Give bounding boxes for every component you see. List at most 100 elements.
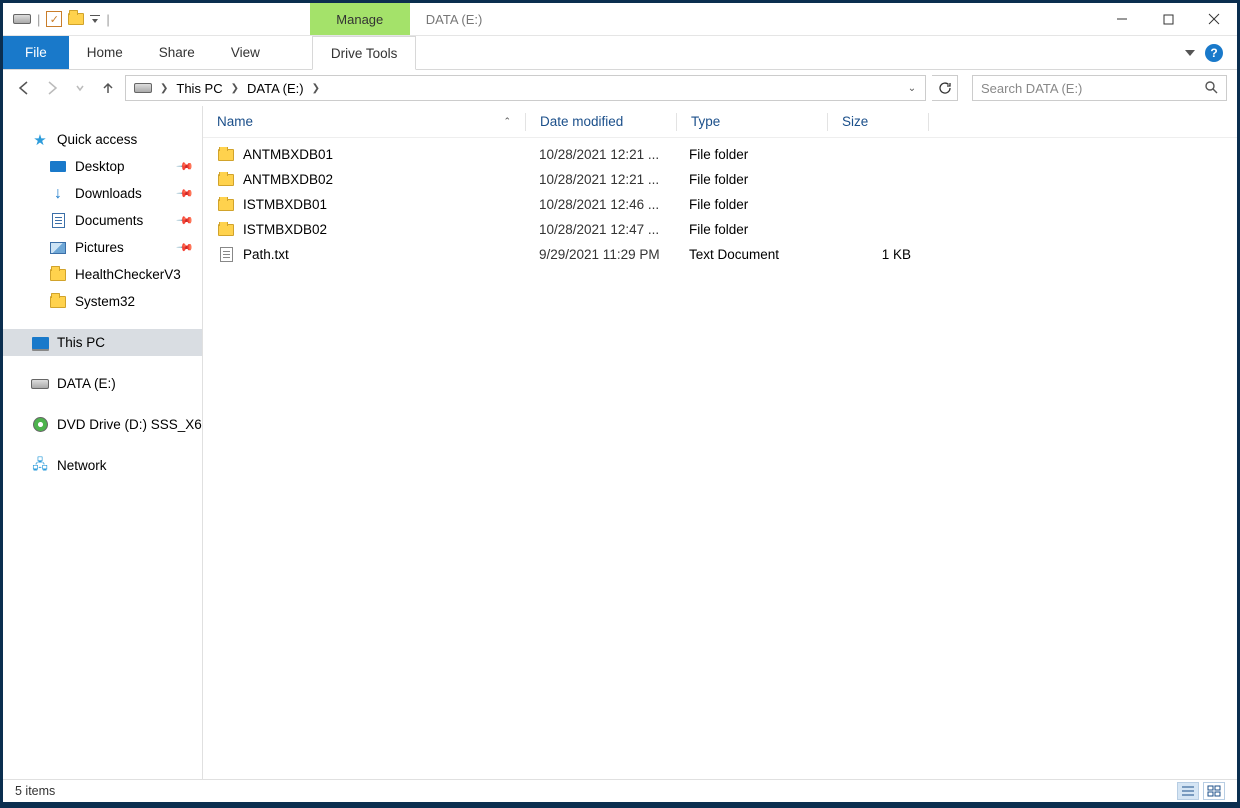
- forward-button[interactable]: [41, 77, 63, 99]
- breadcrumb-this-pc[interactable]: This PC: [172, 79, 226, 98]
- drive-icon: [31, 379, 49, 389]
- chevron-right-icon[interactable]: ❯: [310, 83, 322, 94]
- list-item[interactable]: ANTMBXDB02 10/28/2021 12:21 ...File folde…: [203, 167, 1237, 192]
- qat-dropdown[interactable]: [90, 15, 100, 23]
- address-dropdown[interactable]: ⌄: [903, 83, 921, 94]
- recent-dropdown[interactable]: [69, 77, 91, 99]
- star-icon: ★: [31, 132, 49, 148]
- item-name: ANTMBXDB02: [243, 172, 333, 187]
- file-list: ANTMBXDB0110/28/2021 12:21 ...File folde…: [203, 138, 1237, 271]
- drive-icon: [13, 14, 31, 24]
- nav-network[interactable]: 🖧Network: [3, 452, 202, 479]
- nav-label: Quick access: [57, 132, 137, 147]
- status-text: 5 items: [15, 784, 55, 798]
- tab-view[interactable]: View: [213, 36, 278, 69]
- list-item[interactable]: ISTMBXDB0210/28/2021 12:47 ...File folde…: [203, 217, 1237, 242]
- tab-drive-tools[interactable]: Drive Tools: [312, 36, 417, 70]
- ribbon-tabs: File Home Share View Drive Tools ?: [3, 36, 1237, 70]
- nav-pictures[interactable]: Pictures📌: [3, 234, 202, 261]
- column-headers: Name⌃ Date modified Type Size: [203, 106, 1237, 138]
- network-icon: 🖧: [31, 458, 49, 474]
- nav-documents[interactable]: Documents📌: [3, 207, 202, 234]
- item-date: 10/28/2021 12:21 ...: [525, 147, 675, 162]
- tab-share[interactable]: Share: [141, 36, 213, 69]
- ribbon-collapse-icon[interactable]: [1185, 50, 1195, 56]
- desktop-icon: [50, 161, 66, 172]
- breadcrumb-current[interactable]: DATA (E:): [243, 79, 308, 98]
- nav-this-pc[interactable]: This PC: [3, 329, 202, 356]
- item-size: 1 KB: [825, 247, 925, 262]
- drive-icon: [134, 83, 152, 93]
- item-date: 10/28/2021 12:46 ...: [525, 197, 675, 212]
- main-area: ★ Quick access Desktop 📌 ↓Downloads📌 Docum…: [3, 106, 1237, 779]
- item-date: 10/28/2021 12:47 ...: [525, 222, 675, 237]
- column-size[interactable]: Size: [828, 114, 928, 129]
- up-button[interactable]: [97, 77, 119, 99]
- search-placeholder: Search DATA (E:): [981, 81, 1082, 96]
- column-date[interactable]: Date modified: [526, 114, 676, 129]
- nav-dvd-drive[interactable]: DVD Drive (D:) SSS_X64: [3, 411, 202, 438]
- folder-icon: [218, 149, 234, 161]
- nav-label: This PC: [57, 335, 105, 350]
- chevron-right-icon[interactable]: ❯: [229, 83, 241, 94]
- tab-home[interactable]: Home: [69, 36, 141, 69]
- minimize-button[interactable]: [1099, 3, 1145, 35]
- new-folder-icon[interactable]: [68, 13, 84, 25]
- nav-label: System32: [75, 294, 135, 309]
- column-resize[interactable]: [928, 113, 929, 131]
- nav-system32[interactable]: System32: [3, 288, 202, 315]
- item-type: File folder: [675, 222, 825, 237]
- sort-asc-icon: ⌃: [503, 116, 511, 127]
- refresh-button[interactable]: [932, 75, 958, 101]
- folder-icon: [50, 269, 66, 281]
- pin-icon: 📌: [176, 211, 195, 230]
- item-type: Text Document: [675, 247, 825, 262]
- pin-icon: 📌: [176, 238, 195, 257]
- nav-quick-access[interactable]: ★ Quick access: [3, 126, 202, 153]
- back-button[interactable]: [13, 77, 35, 99]
- column-name[interactable]: Name⌃: [203, 114, 525, 129]
- item-type: File folder: [675, 172, 825, 187]
- navigation-pane: ★ Quick access Desktop 📌 ↓Downloads📌 Docum…: [3, 106, 203, 779]
- column-label: Date modified: [540, 114, 623, 129]
- item-name: ANTMBXDB01: [243, 147, 333, 162]
- item-name: Path.txt: [243, 247, 289, 262]
- nav-data-drive[interactable]: DATA (E:): [3, 370, 202, 397]
- folder-icon: [218, 174, 234, 186]
- contextual-tab-manage[interactable]: Manage: [310, 3, 410, 35]
- chevron-right-icon[interactable]: ❯: [158, 83, 170, 94]
- item-date: 10/28/2021 12:21 ...: [525, 172, 675, 187]
- column-type[interactable]: Type: [677, 114, 827, 129]
- list-view: Name⌃ Date modified Type Size ANTMBXDB01…: [203, 106, 1237, 779]
- item-date: 9/29/2021 11:29 PM: [525, 247, 675, 262]
- nav-desktop[interactable]: Desktop 📌: [3, 153, 202, 180]
- nav-label: DATA (E:): [57, 376, 116, 391]
- folder-icon: [50, 296, 66, 308]
- maximize-button[interactable]: [1145, 3, 1191, 35]
- list-item[interactable]: Path.txt 9/29/2021 11:29 PMText Document1…: [203, 242, 1237, 267]
- details-view-button[interactable]: [1177, 782, 1199, 800]
- separator: |: [37, 12, 40, 27]
- properties-icon[interactable]: ✓: [46, 11, 62, 27]
- search-input[interactable]: Search DATA (E:): [972, 75, 1227, 101]
- list-item[interactable]: ANTMBXDB0110/28/2021 12:21 ...File folde…: [203, 142, 1237, 167]
- navigation-bar: ❯ This PC ❯ DATA (E:) ❯ ⌄ Search DATA (E…: [3, 70, 1237, 106]
- pc-icon: [32, 337, 49, 349]
- tab-file[interactable]: File: [3, 36, 69, 69]
- pin-icon: 📌: [176, 157, 195, 176]
- status-bar: 5 items: [3, 779, 1237, 802]
- nav-downloads[interactable]: ↓Downloads📌: [3, 180, 202, 207]
- nav-label: Desktop: [75, 159, 125, 174]
- close-button[interactable]: [1191, 3, 1237, 35]
- nav-healthchecker[interactable]: HealthCheckerV3: [3, 261, 202, 288]
- item-type: File folder: [675, 197, 825, 212]
- dvd-icon: [33, 417, 48, 432]
- icons-view-button[interactable]: [1203, 782, 1225, 800]
- list-item[interactable]: ISTMBXDB0110/28/2021 12:46 ...File folde…: [203, 192, 1237, 217]
- column-label: Type: [691, 114, 720, 129]
- pin-icon: 📌: [176, 184, 195, 203]
- column-label: Size: [842, 114, 868, 129]
- help-icon[interactable]: ?: [1205, 44, 1223, 62]
- address-bar[interactable]: ❯ This PC ❯ DATA (E:) ❯ ⌄: [125, 75, 926, 101]
- nav-label: DVD Drive (D:) SSS_X64: [57, 417, 203, 432]
